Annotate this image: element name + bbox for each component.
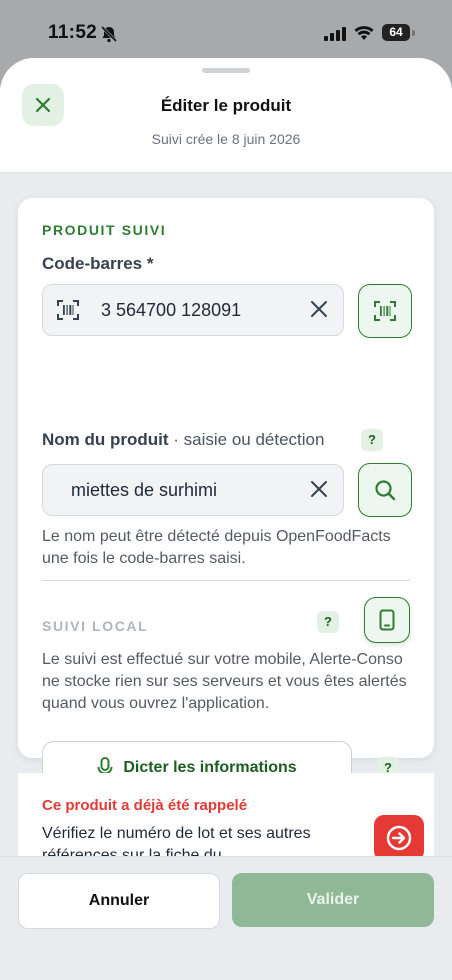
phone-icon — [379, 609, 395, 631]
recall-alert-title: Ce produit a déjà été rappelé — [42, 797, 248, 814]
barcode-icon — [57, 300, 79, 325]
search-product-button[interactable] — [358, 463, 412, 517]
help-name-button[interactable]: ? — [361, 429, 383, 451]
wifi-icon — [354, 25, 374, 46]
section-divider — [42, 580, 410, 581]
open-recall-button[interactable] — [374, 815, 424, 861]
sheet-header: Éditer le produit Suivi crée le 8 juin 2… — [0, 58, 452, 173]
scan-barcode-button[interactable] — [358, 284, 412, 338]
status-time: 11:52 — [48, 22, 98, 43]
product-name-field[interactable]: miettes de surhimi — [42, 464, 344, 516]
product-card: PRODUIT SUIVI Code-barres * 3 564700 128… — [18, 198, 434, 795]
product-name-label: Nom du produit · saisie ou détection — [42, 430, 324, 450]
barcode-field[interactable]: 3 564700 128091 — [42, 284, 344, 336]
arrow-circle-icon — [386, 825, 412, 851]
validate-button[interactable]: Valider — [232, 873, 434, 927]
local-tracking-text: Le suivi est effectué sur votre mobile, … — [42, 651, 407, 712]
local-tracking-button[interactable] — [364, 597, 410, 643]
section-title-local: SUIVI LOCAL — [42, 618, 149, 634]
bell-muted-icon — [100, 25, 118, 48]
status-bar: 11:52 64 — [0, 0, 452, 60]
signal-icon — [324, 27, 346, 46]
section-title-product: PRODUIT SUIVI — [42, 222, 167, 238]
product-name-value: miettes de surhimi — [71, 480, 218, 500]
barcode-label: Code-barres * — [42, 254, 154, 273]
battery-indicator: 64 — [382, 24, 410, 41]
product-name-label-text: Nom du produit — [42, 430, 169, 449]
cancel-button[interactable]: Annuler — [18, 873, 220, 929]
battery-tip — [412, 30, 415, 36]
sheet-grabber[interactable] — [202, 68, 250, 73]
page-title: Éditer le produit — [160, 96, 292, 115]
product-name-label-suffix: · saisie ou détection — [168, 430, 325, 449]
product-name-hint: Le nom peut être détecté depuis OpenFood… — [42, 528, 391, 567]
scan-icon — [374, 301, 396, 321]
edit-product-sheet: Éditer le produit Suivi crée le 8 juin 2… — [0, 58, 452, 980]
help-local-button[interactable]: ? — [317, 611, 339, 633]
page-subtitle: Suivi crée le 8 juin 2026 — [151, 131, 301, 147]
barcode-value: 3 564700 128091 — [101, 300, 242, 320]
search-icon — [375, 480, 396, 501]
sheet-footer: Annuler Valider — [0, 856, 452, 980]
recall-alert: Ce produit a déjà été rappelé Vérifiez l… — [18, 773, 434, 864]
clear-name-icon[interactable] — [309, 479, 329, 504]
clear-barcode-icon[interactable] — [309, 299, 329, 324]
